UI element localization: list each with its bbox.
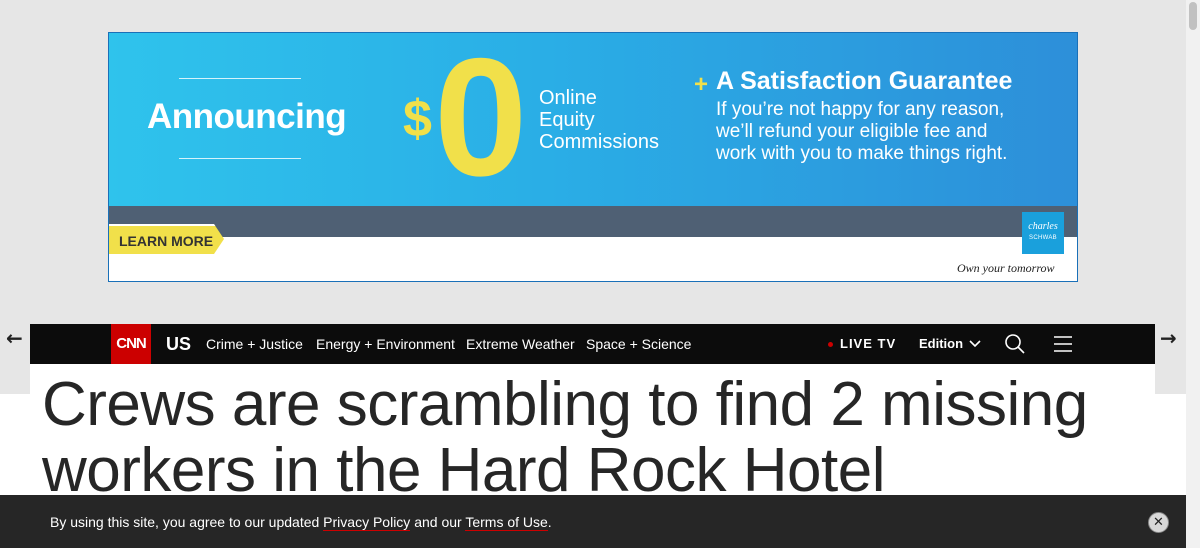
close-icon[interactable]: ✕	[1148, 512, 1169, 533]
arrow-left-icon[interactable]: ←	[6, 326, 23, 350]
ad-online-line: Commissions	[539, 131, 660, 153]
hamburger-menu-icon[interactable]	[1053, 334, 1073, 354]
ad-dollar-sign: $	[403, 90, 432, 148]
schwab-logo-top: charles	[1028, 221, 1058, 232]
edition-selector[interactable]: Edition	[919, 336, 963, 351]
nav-item-space-science[interactable]: Space + Science	[586, 336, 691, 352]
schwab-logo: charles SCHWAB	[1022, 212, 1064, 254]
scrollbar[interactable]	[1186, 0, 1200, 548]
advertisement-banner[interactable]: Announcing $ 0 Online Equity Commissions…	[108, 32, 1078, 282]
divider-line	[179, 158, 301, 159]
nav-item-extreme-weather[interactable]: Extreme Weather	[466, 336, 575, 352]
nav-item-energy-environment[interactable]: Energy + Environment	[316, 336, 455, 352]
privacy-policy-link[interactable]: Privacy Policy	[323, 514, 411, 531]
site-header: CNN US Crime + Justice Energy + Environm…	[30, 324, 1155, 364]
chevron-down-icon[interactable]	[968, 336, 982, 350]
article-headline: Crews are scrambling to find 2 missing w…	[42, 370, 1088, 505]
live-indicator-dot	[828, 342, 833, 347]
divider-line	[179, 78, 301, 79]
ad-online-line: Online	[539, 87, 597, 109]
nav-item-crime-justice[interactable]: Crime + Justice	[206, 336, 303, 352]
ad-zero: 0	[434, 32, 527, 211]
ad-announcing: Announcing	[147, 97, 347, 136]
ad-online-line: Equity	[539, 109, 595, 131]
cookie-text-suffix: .	[547, 514, 552, 530]
ad-tagline: Own your tomorrow	[957, 261, 1055, 275]
ad-plus: +	[694, 71, 709, 98]
ad-band	[109, 206, 1077, 237]
ad-guarantee-text: If you’re not happy for any reason, we’l…	[716, 99, 1046, 165]
search-icon[interactable]	[1004, 333, 1026, 355]
cookie-text-middle: and our	[410, 514, 466, 530]
terms-of-use-link[interactable]: Terms of Use	[465, 514, 548, 531]
schwab-logo-bottom: SCHWAB	[1029, 235, 1057, 241]
section-title[interactable]: US	[166, 334, 191, 355]
ad-guarantee-line: If you’re not happy for any reason,	[716, 99, 1005, 120]
arrow-right-icon[interactable]: →	[1160, 326, 1177, 350]
ad-guarantee-line: work with you to make things right.	[716, 143, 1008, 164]
ad-guarantee-line: we’ll refund your eligible fee and	[716, 121, 988, 142]
learn-more-button[interactable]: LEARN MORE	[109, 224, 224, 254]
cookie-text: By using this site, you agree to our upd…	[50, 514, 552, 531]
cnn-logo[interactable]: CNN	[111, 324, 151, 364]
ad-online-text: Online Equity Commissions	[539, 87, 659, 153]
live-tv-link[interactable]: LIVE TV	[840, 336, 896, 351]
scrollbar-thumb[interactable]	[1189, 2, 1197, 30]
ad-bottom-panel	[109, 237, 1077, 281]
ad-guarantee-title: A Satisfaction Guarantee	[716, 67, 1013, 95]
cookie-consent-bar: By using this site, you agree to our upd…	[0, 495, 1186, 548]
cookie-text-prefix: By using this site, you agree to our upd…	[50, 514, 324, 530]
